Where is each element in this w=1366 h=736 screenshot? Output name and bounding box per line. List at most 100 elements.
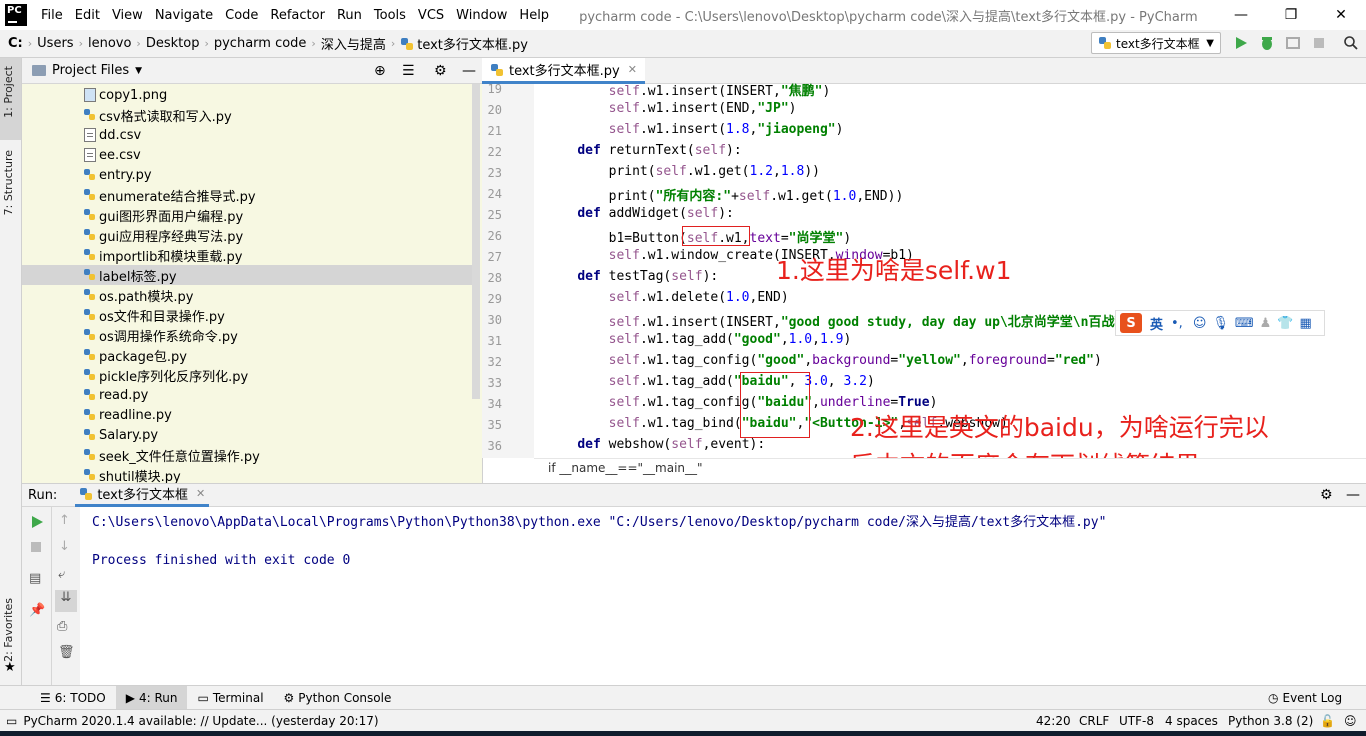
menu-item-run[interactable]: Run — [331, 8, 368, 23]
tab-run[interactable]: ▶ 4: Run — [115, 685, 188, 710]
project-tree-item[interactable]: gui应用程序经典写法.py — [22, 225, 480, 245]
project-tree-item[interactable]: csv格式读取和写入.py — [22, 105, 480, 125]
project-tree-item[interactable]: gui图形界面用户编程.py — [22, 205, 480, 225]
project-tree-item[interactable]: readline.py — [22, 405, 480, 425]
tab-python-console[interactable]: ⚙ Python Console — [274, 686, 402, 710]
rerun-icon[interactable] — [30, 515, 44, 533]
pin-icon[interactable]: 📌 — [29, 603, 45, 618]
code-line[interactable]: self.w1.insert(INSERT,"good good study, … — [546, 311, 1154, 330]
stop-icon[interactable] — [1310, 34, 1328, 52]
menu-item-edit[interactable]: Edit — [69, 8, 106, 23]
menu-item-file[interactable]: File — [35, 8, 69, 23]
project-tree-item[interactable]: importlib和模块重载.py — [22, 245, 480, 265]
arrow-down-icon[interactable]: ↓ — [59, 539, 70, 554]
project-tree-item[interactable]: copy1.png — [22, 85, 480, 105]
grid-icon[interactable]: ▦ — [1300, 316, 1312, 331]
ime-punct-label[interactable]: •, — [1171, 316, 1183, 331]
project-tree-item[interactable]: shutil模块.py — [22, 465, 480, 483]
project-view-label[interactable]: Project Files — [52, 63, 129, 78]
close-button[interactable]: ✕ — [1316, 0, 1366, 30]
trash-icon[interactable]: 🗑 — [58, 645, 75, 660]
indent-setting[interactable]: 4 spaces — [1165, 714, 1218, 728]
breadcrumb-item[interactable]: lenovo — [88, 36, 131, 51]
shirt-icon[interactable]: 👕 — [1277, 316, 1293, 331]
tab-todo[interactable]: ☰ 6: TODO — [30, 686, 116, 710]
debug-icon[interactable] — [1258, 34, 1276, 52]
breadcrumb-item[interactable]: Desktop — [146, 36, 200, 51]
tab-terminal[interactable]: ▭ Terminal — [187, 686, 273, 710]
gear-icon[interactable]: ⚙ — [434, 63, 447, 79]
breadcrumb-drive[interactable]: C: — [8, 36, 23, 51]
project-tree-item[interactable]: package包.py — [22, 345, 480, 365]
tab-event-log[interactable]: ◷ Event Log — [1258, 686, 1352, 710]
breadcrumb-item[interactable]: 深入与提高 — [321, 34, 386, 53]
project-tree-item[interactable]: os文件和目录操作.py — [22, 305, 480, 325]
ime-toolbar[interactable]: S 英 •, ☺ 🎙 ⌨ ♟ 👕 ▦ — [1115, 310, 1325, 336]
ime-lang-label[interactable]: 英 — [1150, 314, 1163, 333]
user-icon[interactable]: ♟ — [1260, 316, 1272, 331]
structure-tool-tab[interactable]: 7: Structure — [2, 150, 15, 215]
menu-item-window[interactable]: Window — [450, 8, 513, 23]
project-tree-item[interactable]: os调用操作系统命令.py — [22, 325, 480, 345]
caret-position[interactable]: 42:20 — [1036, 714, 1071, 728]
mic-icon[interactable]: 🎙 — [1212, 316, 1229, 331]
interpreter[interactable]: Python 3.8 (2) — [1228, 714, 1313, 728]
file-encoding[interactable]: UTF-8 — [1119, 714, 1154, 728]
scroll-to-end-icon[interactable]: ⇊ — [55, 590, 77, 612]
run-config-dropdown[interactable]: text多行文本框 ▼ — [1091, 32, 1221, 54]
code-line[interactable]: def addWidget(self): — [546, 206, 734, 221]
stop-icon[interactable] — [30, 541, 42, 557]
menu-item-vcs[interactable]: VCS — [412, 8, 450, 23]
code-line[interactable]: self.w1.tag_add("good",1.0,1.9) — [546, 332, 852, 347]
hide-panel-icon[interactable]: — — [1346, 487, 1360, 503]
code-line[interactable]: self.w1.tag_add("baidu", 3.0, 3.2) — [546, 374, 875, 389]
project-tree-item[interactable]: seek_文件任意位置操作.py — [22, 445, 480, 465]
hide-panel-icon[interactable]: — — [462, 63, 476, 79]
code-line[interactable]: self.w1.tag_config("good",background="ye… — [546, 353, 1102, 368]
project-scrollbar[interactable] — [472, 84, 480, 399]
lock-icon[interactable]: 🔓 — [1320, 714, 1335, 728]
breadcrumb-item[interactable]: pycharm code — [214, 36, 307, 51]
breadcrumb-item[interactable]: Users — [37, 36, 73, 51]
status-message[interactable]: PyCharm 2020.1.4 available: // Update...… — [23, 714, 378, 728]
menu-item-tools[interactable]: Tools — [368, 8, 412, 23]
menu-item-help[interactable]: Help — [513, 8, 555, 23]
soft-wrap-icon[interactable]: ⤶ — [58, 567, 65, 582]
project-tree-item[interactable]: os.path模块.py — [22, 285, 480, 305]
menu-item-view[interactable]: View — [106, 8, 149, 23]
menu-item-refactor[interactable]: Refactor — [264, 8, 331, 23]
code-line[interactable]: self.w1.insert(1.8,"jiaopeng") — [546, 122, 844, 137]
keyboard-icon[interactable]: ⌨ — [1235, 316, 1254, 331]
collapse-all-icon[interactable]: ☰ — [402, 63, 415, 79]
code-line[interactable]: print("所有内容:"+self.w1.get(1.0,END)) — [546, 185, 904, 204]
code-line[interactable]: self.w1.insert(INSERT,"焦鹏") — [546, 80, 831, 99]
coverage-icon[interactable] — [1284, 34, 1302, 52]
code-line[interactable]: def returnText(self): — [546, 143, 741, 158]
run-icon[interactable] — [1232, 34, 1250, 52]
inspector-icon[interactable]: ☺ — [1344, 714, 1357, 728]
run-tab[interactable]: text多行文本框 ✕ — [75, 483, 210, 507]
locate-icon[interactable]: ⊕ — [374, 63, 386, 79]
favorites-tool-tab[interactable]: 2: Favorites — [2, 598, 15, 662]
maximize-button[interactable]: ❐ — [1266, 0, 1316, 30]
project-tool-tab[interactable]: 1: Project — [2, 66, 15, 118]
chevron-down-icon[interactable]: ▼ — [135, 66, 142, 76]
code-line[interactable]: print(self.w1.get(1.2,1.8)) — [546, 164, 820, 179]
code-line[interactable]: def testTag(self): — [546, 269, 718, 284]
layout-icon[interactable]: ▤ — [29, 571, 41, 586]
menu-item-code[interactable]: Code — [219, 8, 264, 23]
update-icon[interactable]: ▭ — [6, 714, 17, 728]
project-tree-item[interactable]: dd.csv — [22, 125, 480, 145]
arrow-up-icon[interactable]: ↑ — [59, 513, 70, 528]
project-tree-item[interactable]: Salary.py — [22, 425, 480, 445]
code-line[interactable]: self.w1.insert(END,"JP") — [546, 101, 797, 116]
breadcrumb-item[interactable]: text多行文本框.py — [417, 34, 528, 53]
close-tab-icon[interactable]: ✕ — [628, 63, 637, 76]
project-tree-item[interactable]: pickle序列化反序列化.py — [22, 365, 480, 385]
project-tree-item[interactable]: enumerate结合推导式.py — [22, 185, 480, 205]
project-tree-item[interactable]: entry.py — [22, 165, 480, 185]
menu-item-navigate[interactable]: Navigate — [149, 8, 219, 23]
minimize-button[interactable]: — — [1216, 0, 1266, 30]
code-line[interactable]: def webshow(self,event): — [546, 437, 765, 452]
project-tree-item[interactable]: label标签.py — [22, 265, 480, 285]
